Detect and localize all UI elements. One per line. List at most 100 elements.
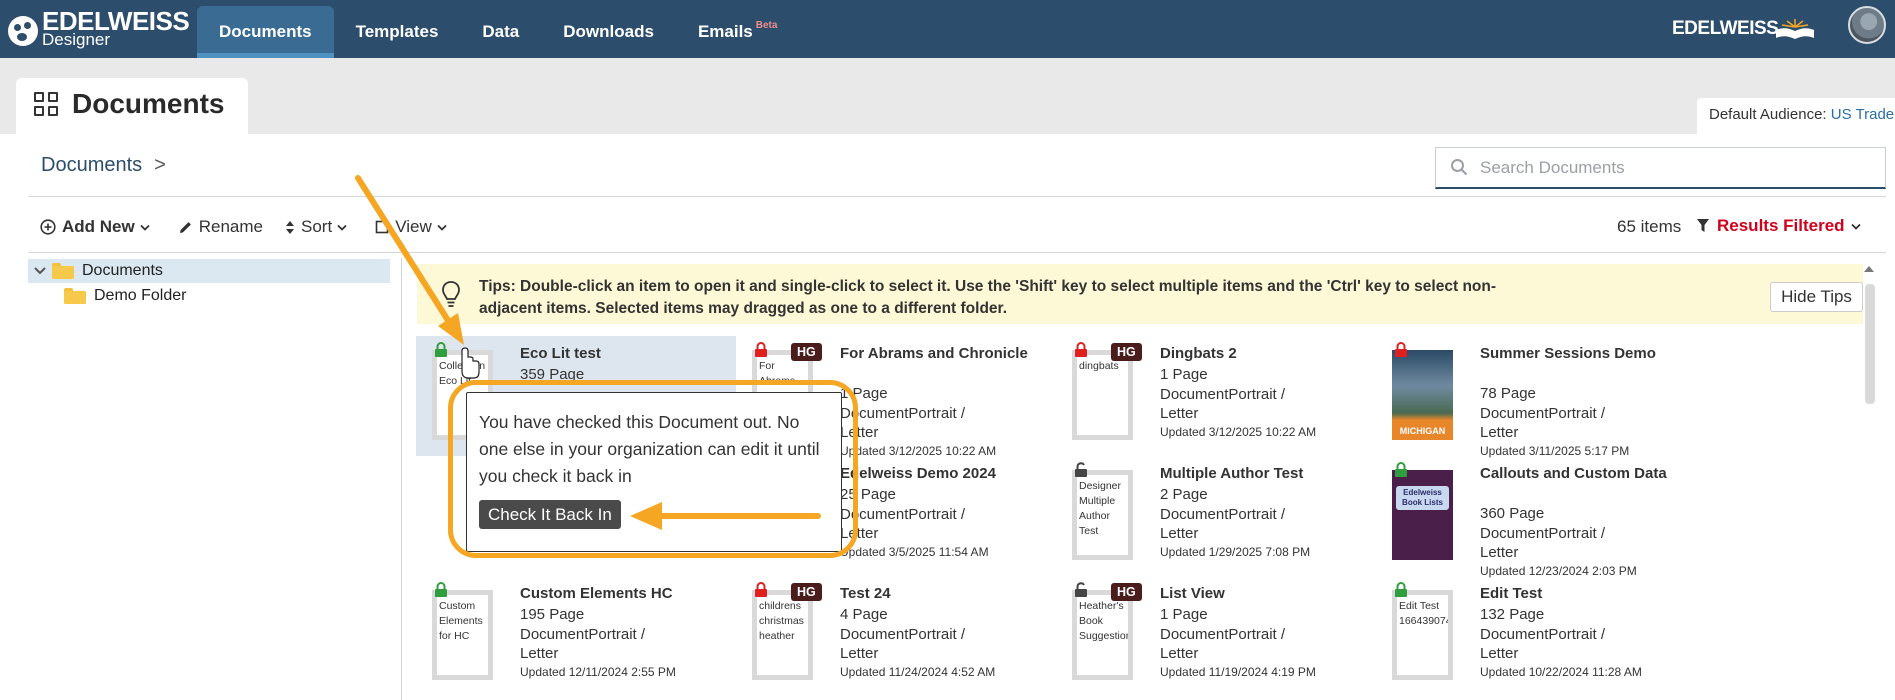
document-name: Edit Test xyxy=(1480,585,1543,602)
nav-tab-data[interactable]: Data xyxy=(460,6,541,58)
document-card[interactable]: Edelweiss Book Lists Callouts and Custom… xyxy=(1376,456,1696,579)
open-book-sunrise-icon xyxy=(1776,19,1814,39)
chevron-down-icon[interactable] xyxy=(28,259,52,283)
document-size: Letter xyxy=(1160,525,1199,542)
hide-tips-button[interactable]: Hide Tips xyxy=(1770,282,1863,312)
edelweiss-designer-logo[interactable]: EDELWEISS Designer xyxy=(8,6,193,52)
folder-tree: Documents Demo Folder xyxy=(28,258,402,700)
document-meta: 78 Page DocumentPortrait / Letter Update… xyxy=(1480,384,1685,459)
document-type: DocumentPortrait / xyxy=(1480,404,1606,422)
document-meta: 2 Page DocumentPortrait / Letter Updated… xyxy=(1160,485,1365,560)
search-input[interactable] xyxy=(1480,154,1870,182)
check-it-back-in-button[interactable]: Check It Back In xyxy=(479,500,621,529)
checkout-message: You have checked this Document out. No o… xyxy=(479,412,820,486)
results-filtered-button[interactable]: Results Filtered xyxy=(1697,216,1869,236)
add-new-label: Add New xyxy=(62,217,135,236)
document-name: For Abrams and Chronicle xyxy=(840,345,1028,362)
document-type: DocumentPortrait / xyxy=(1480,524,1606,542)
lock-icon xyxy=(435,342,447,357)
lock-icon xyxy=(1075,342,1087,357)
document-type: DocumentPortrait / xyxy=(520,625,646,643)
document-cover-thumbnail: Edelweiss Book Lists xyxy=(1392,470,1453,560)
user-avatar[interactable] xyxy=(1848,6,1886,44)
document-name: Summer Sessions Demo xyxy=(1480,345,1656,362)
folder-icon xyxy=(52,263,74,279)
nav-tab-emails-label: Emails xyxy=(697,22,753,41)
lock-icon xyxy=(755,582,767,597)
document-meta: 1 Page DocumentPortrait / Letter Updated… xyxy=(1160,605,1365,680)
document-name: List View xyxy=(1160,585,1225,602)
document-pages: 4 Page xyxy=(840,606,888,623)
lock-icon xyxy=(1395,462,1407,477)
document-card[interactable]: HG Heather's Book Suggestion List View 1… xyxy=(1056,576,1376,696)
document-meta: 1 Page DocumentPortrait / Letter Updated… xyxy=(1160,365,1365,440)
tree-item-documents[interactable]: Documents xyxy=(28,259,390,283)
plus-circle-icon xyxy=(40,219,56,235)
document-card[interactable]: Designer Multiple Author Test Multiple A… xyxy=(1056,456,1376,576)
rename-button[interactable]: Rename xyxy=(178,217,263,237)
document-size: Letter xyxy=(1160,405,1199,422)
lock-icon xyxy=(755,342,767,357)
document-updated: Updated 10/22/2024 11:28 AM xyxy=(1480,664,1642,679)
default-audience[interactable]: Default Audience: US Trade xyxy=(1697,98,1895,134)
sort-button[interactable]: Sort xyxy=(285,217,353,237)
audience-link[interactable]: US Trade xyxy=(1831,106,1894,123)
document-pages: 25 Page xyxy=(840,486,896,503)
thumbnail-text: Edit Test 166439074 xyxy=(1399,600,1452,627)
scrollbar-thumb[interactable] xyxy=(1865,284,1875,404)
nav-tab-emails[interactable]: Emails Beta xyxy=(676,6,800,58)
document-type: DocumentPortrait / xyxy=(840,404,966,422)
document-name: Dingbats 2 xyxy=(1160,345,1237,362)
thumbnail-text: Collection Eco Lit xyxy=(439,360,486,387)
document-type: DocumentPortrait / xyxy=(1480,625,1606,643)
nav-tab-templates[interactable]: Templates xyxy=(334,6,461,58)
tree-item-demo-folder[interactable]: Demo Folder xyxy=(64,284,186,308)
document-cover-thumbnail: MICHIGAN xyxy=(1392,350,1453,440)
document-meta: 132 Page DocumentPortrait / Letter Updat… xyxy=(1480,605,1685,680)
document-card[interactable]: MICHIGAN Summer Sessions Demo 78 Page Do… xyxy=(1376,336,1696,459)
document-card[interactable]: HG dingbats Dingbats 2 1 Page DocumentPo… xyxy=(1056,336,1376,456)
document-size: Letter xyxy=(840,645,879,662)
document-pages: 360 Page xyxy=(1480,505,1545,522)
document-size: Letter xyxy=(1480,645,1519,662)
document-thumbnail: dingbats xyxy=(1072,350,1133,440)
document-meta: 195 Page DocumentPortrait / Letter Updat… xyxy=(520,605,725,680)
tree-item-label: Demo Folder xyxy=(94,287,187,304)
breadcrumb-documents[interactable]: Documents xyxy=(41,154,142,176)
main-nav-tabs: Documents Templates Data Downloads Email… xyxy=(197,6,799,58)
document-updated: Updated 3/5/2025 11:54 AM xyxy=(840,544,989,559)
palette-logo-icon xyxy=(8,16,38,46)
document-thumbnail: childrens christmas heather xyxy=(752,590,813,680)
document-type: DocumentPortrait / xyxy=(1160,385,1286,403)
nav-tab-documents[interactable]: Documents xyxy=(197,6,334,58)
document-meta: 1 Page DocumentPortrait / Letter Updated… xyxy=(840,384,1045,459)
filter-icon xyxy=(1697,219,1709,232)
document-card[interactable]: Custom Elements for HC Custom Elements H… xyxy=(416,576,736,696)
top-navigation-bar: EDELWEISS Designer Documents Templates D… xyxy=(0,0,1895,58)
document-meta: 360 Page DocumentPortrait / Letter Updat… xyxy=(1480,504,1685,579)
divider xyxy=(28,196,1886,197)
document-thumbnail: Designer Multiple Author Test xyxy=(1072,470,1133,560)
document-size: Letter xyxy=(1480,544,1519,561)
document-toolbar: Add New Rename Sort View xyxy=(40,214,475,240)
document-pages: 2 Page xyxy=(1160,486,1208,503)
checkout-popover: You have checked this Document out. No o… xyxy=(466,392,842,552)
nav-tab-downloads[interactable]: Downloads xyxy=(541,6,676,58)
document-name: Multiple Author Test xyxy=(1160,465,1304,482)
edelweiss-brand-right[interactable]: EDELWEISS xyxy=(1672,18,1779,40)
view-button[interactable]: View xyxy=(375,217,453,237)
logo-sub-text: Designer xyxy=(42,30,111,49)
audience-label: Default Audience: xyxy=(1709,106,1827,123)
document-card[interactable]: Edit Test 166439074 Edit Test 132 Page D… xyxy=(1376,576,1696,696)
document-card[interactable]: HG childrens christmas heather Test 24 4… xyxy=(736,576,1056,696)
document-name: Test 24 xyxy=(840,585,891,602)
lightbulb-icon xyxy=(442,281,460,307)
content-scrollbar[interactable] xyxy=(1862,264,1876,700)
document-pages: 1 Page xyxy=(1160,606,1208,623)
thumbnail-text: Heather's Book Suggestion xyxy=(1079,600,1132,642)
add-new-button[interactable]: Add New xyxy=(40,217,156,237)
beta-badge: Beta xyxy=(755,19,778,31)
document-thumbnail: Custom Elements for HC xyxy=(432,590,493,680)
unlocked-icon xyxy=(1075,582,1087,597)
scroll-up-arrow-icon[interactable] xyxy=(1864,266,1874,272)
